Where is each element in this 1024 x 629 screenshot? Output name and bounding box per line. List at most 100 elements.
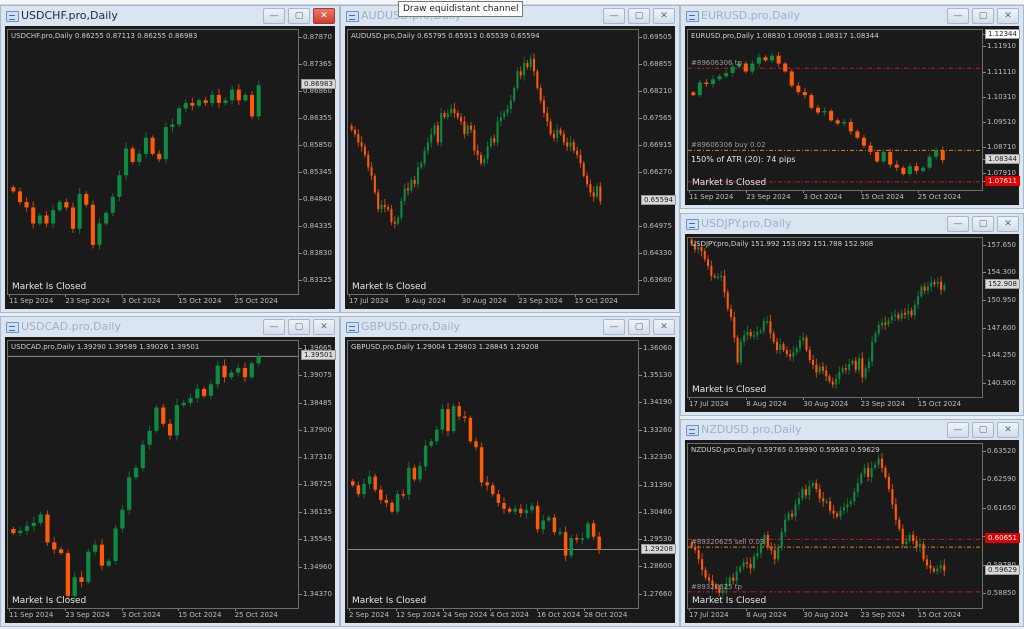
candle — [871, 336, 874, 367]
chart-window-eurusd[interactable]: EURUSD.pro,Daily — ▢ ✕ EURUSD.pro,Daily 1.08… — [680, 5, 1024, 209]
price-plot-area[interactable]: GBPUSD.pro,Daily 1.29004 1.29803 1.28845… — [347, 340, 639, 609]
candle — [809, 93, 814, 110]
candle-body — [701, 559, 704, 570]
chart-window-gbpusd[interactable]: GBPUSD.pro,Daily — ▢ ✕ GBPUSD.pro,Daily 1.29… — [340, 316, 680, 627]
window-controls: — ▢ ✕ — [263, 8, 335, 24]
time-axis[interactable]: 2 Sep 2024 12 Sep 2024 24 Sep 2024 4 Oct 20… — [347, 609, 639, 623]
candle — [143, 132, 149, 159]
minimize-button[interactable]: — — [263, 8, 285, 24]
price-plot-area[interactable]: USDJPY.pro,Daily 151.992 153.092 151.788… — [687, 237, 983, 398]
candle — [400, 197, 403, 221]
candle — [502, 497, 506, 514]
time-axis[interactable]: 11 Sep 2024 23 Sep 2024 3 Oct 2024 15 Oct 2… — [7, 609, 299, 623]
close-button[interactable]: ✕ — [997, 422, 1019, 438]
price-tick-label: 157.650 — [983, 240, 1016, 249]
candle-body — [499, 117, 502, 122]
time-axis[interactable]: 17 Jul 2024 8 Aug 2024 30 Aug 2024 23 Sep 2… — [687, 398, 983, 412]
price-plot-area[interactable]: NZDUSD.pro,Daily 0.59765 0.59990 0.59583… — [687, 443, 983, 609]
price-axis[interactable]: 1.39665 1.39075 1.38485 1.37900 1.37310 1.367… — [299, 340, 336, 609]
close-button[interactable]: ✕ — [313, 8, 335, 24]
price-plot-area[interactable]: AUDUSD.pro,Daily 0.65795 0.65913 0.65539… — [347, 29, 639, 295]
chart-canvas[interactable]: GBPUSD.pro,Daily 1.29004 1.29803 1.28845… — [345, 337, 676, 623]
candle — [835, 511, 839, 519]
candle-body — [736, 337, 739, 363]
price-axis[interactable]: 157.650 154.300 150.950 147.600 144.250 140.9… — [983, 237, 1020, 398]
restore-button[interactable]: ▢ — [972, 216, 994, 232]
chart-window-usdjpy[interactable]: USDJPY.pro,Daily — ▢ ✕ USDJPY.pro,Daily 151.… — [680, 213, 1024, 416]
close-button[interactable]: ✕ — [313, 319, 335, 335]
date-tick-label: 11 Sep 2024 — [9, 295, 54, 305]
chart-canvas[interactable]: USDCHF.pro,Daily 0.86255 0.87113 0.86255… — [5, 26, 336, 309]
candle — [44, 211, 49, 228]
candle — [401, 489, 405, 499]
chart-canvas[interactable]: AUDUSD.pro,Daily 0.65795 0.65913 0.65539… — [345, 26, 676, 309]
price-axis[interactable]: 0.69505 0.68855 0.68210 0.67565 0.66915 0.662… — [639, 29, 676, 295]
window-titlebar[interactable]: GBPUSD.pro,Daily — ▢ ✕ — [341, 317, 679, 337]
restore-button[interactable]: ▢ — [288, 8, 310, 24]
candle — [749, 557, 752, 574]
chart-window-nzdusd[interactable]: NZDUSD.pro,Daily — ▢ ✕ NZDUSD.pro,Daily 0.59… — [680, 419, 1024, 627]
price-plot-area[interactable]: USDCAD.pro,Daily 1.39290 1.39589 1.39026… — [7, 340, 299, 609]
restore-button[interactable]: ▢ — [628, 8, 650, 24]
chart-window-usdchf[interactable]: USDCHF.pro,Daily — ▢ ✕ USDCHF.pro,Daily 0.86… — [0, 5, 340, 313]
time-axis[interactable]: 17 Jul 2024 8 Aug 2024 30 Aug 2024 23 Sep 2… — [687, 609, 983, 623]
restore-button[interactable]: ▢ — [972, 422, 994, 438]
candle — [390, 500, 394, 514]
candle-body — [749, 331, 752, 336]
candle — [908, 532, 911, 544]
chart-window-audusd[interactable]: AUDUSD.pro,Daily—▢✕AUDUSD.pro,Daily 0.65… — [340, 5, 680, 313]
close-button[interactable]: ✕ — [997, 8, 1019, 24]
candle — [379, 485, 383, 504]
minimize-button[interactable]: — — [263, 319, 285, 335]
chart-window-usdcad[interactable]: USDCAD.pro,Daily — ▢ ✕ USDCAD.pro,Daily 1.39… — [0, 316, 340, 627]
restore-button[interactable]: ▢ — [288, 319, 310, 335]
candle — [93, 540, 98, 556]
time-axis[interactable]: 17 Jul 2024 8 Aug 2024 30 Aug 2024 23 Sep 2… — [347, 295, 639, 309]
candle — [479, 442, 484, 487]
restore-button[interactable]: ▢ — [972, 8, 994, 24]
minimize-button[interactable]: — — [603, 8, 625, 24]
candle — [703, 248, 706, 262]
chart-canvas[interactable]: USDCAD.pro,Daily 1.39290 1.39589 1.39026… — [5, 337, 336, 623]
candle-body — [223, 100, 228, 103]
close-button[interactable]: ✕ — [653, 319, 675, 335]
candle — [541, 514, 545, 534]
price-axis[interactable]: 1.36060 1.35130 1.34190 1.33260 1.32330 1.313… — [639, 340, 676, 609]
candle — [794, 499, 797, 521]
minimize-button[interactable]: — — [947, 422, 969, 438]
window-titlebar[interactable]: USDJPY.pro,Daily — ▢ ✕ — [681, 214, 1023, 234]
minimize-button[interactable]: — — [603, 319, 625, 335]
chart-canvas[interactable]: EURUSD.pro,Daily 1.08830 1.09058 1.08317… — [685, 26, 1020, 205]
candle — [423, 440, 428, 471]
candle — [730, 304, 733, 321]
price-tick-label: 1.37900 — [299, 425, 332, 434]
time-axis[interactable]: 11 Sep 2024 23 Sep 2024 3 Oct 2024 15 Oct 2… — [687, 191, 983, 205]
window-titlebar[interactable]: NZDUSD.pro,Daily — ▢ ✕ — [681, 420, 1023, 440]
price-plot-area[interactable]: USDCHF.pro,Daily 0.86255 0.87113 0.86255… — [7, 29, 299, 295]
chart-canvas[interactable]: USDJPY.pro,Daily 151.992 153.092 151.788… — [685, 234, 1020, 412]
close-button[interactable]: ✕ — [997, 216, 1019, 232]
candle — [24, 521, 30, 535]
chart-canvas[interactable]: NZDUSD.pro,Daily 0.59765 0.59990 0.59583… — [685, 440, 1020, 623]
candle-body — [874, 333, 877, 342]
candle-body — [881, 151, 886, 162]
candle-body — [24, 526, 30, 531]
window-titlebar[interactable]: USDCHF.pro,Daily — ▢ ✕ — [1, 6, 339, 26]
candle-body — [44, 215, 49, 224]
price-axis[interactable]: 0.87870 0.87365 0.86860 0.86355 0.85850 0.853… — [299, 29, 336, 295]
candle-body — [563, 532, 568, 556]
minimize-button[interactable]: — — [947, 8, 969, 24]
candle — [717, 74, 722, 82]
candle — [829, 109, 834, 122]
window-titlebar[interactable]: EURUSD.pro,Daily — ▢ ✕ — [681, 6, 1023, 26]
minimize-button[interactable]: — — [947, 216, 969, 232]
restore-button[interactable]: ▢ — [628, 319, 650, 335]
price-axis[interactable]: 0.635200.625900.616500.607200.597800.588… — [983, 443, 1020, 609]
close-button[interactable]: ✕ — [653, 8, 675, 24]
candle-body — [798, 340, 801, 349]
price-axis[interactable]: 1.12344 1.11910 1.11110 1.10310 1.09510 1.087… — [983, 29, 1020, 191]
price-plot-area[interactable]: EURUSD.pro,Daily 1.08830 1.09058 1.08317… — [687, 29, 983, 191]
candle — [739, 564, 742, 574]
time-axis[interactable]: 11 Sep 2024 23 Sep 2024 3 Oct 2024 15 Oct 2… — [7, 295, 299, 309]
window-titlebar[interactable]: USDCAD.pro,Daily — ▢ ✕ — [1, 317, 339, 337]
